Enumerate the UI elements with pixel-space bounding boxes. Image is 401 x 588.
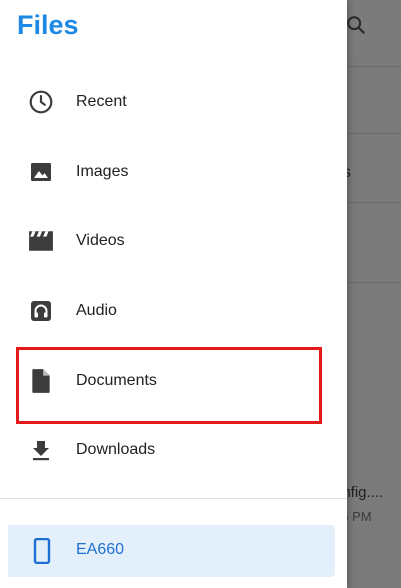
phone-icon (30, 537, 54, 565)
nav-item-label: Videos (76, 232, 125, 249)
nav-item-audio[interactable]: Audio (0, 283, 347, 339)
nav-item-images[interactable]: Images (0, 144, 347, 200)
storage-label: EA660 (76, 541, 125, 558)
image-icon (28, 159, 54, 185)
storage-item-device[interactable]: EA660 (8, 525, 335, 577)
highlight-box (16, 347, 322, 424)
download-icon (28, 437, 54, 463)
video-icon (28, 228, 54, 254)
nav-item-label: Downloads (76, 441, 156, 458)
nav-item-label: Audio (76, 302, 117, 319)
nav-item-label: Images (76, 163, 129, 180)
drawer-divider (0, 498, 347, 499)
nav-item-label: Recent (76, 93, 127, 110)
nav-item-downloads[interactable]: Downloads (0, 422, 347, 478)
drawer-title: Files (17, 10, 79, 40)
clock-icon (28, 89, 54, 115)
audio-icon (28, 298, 54, 324)
nav-item-recent[interactable]: Recent (0, 74, 347, 130)
nav-item-videos[interactable]: Videos (0, 213, 347, 269)
search-icon[interactable] (345, 14, 367, 36)
navigation-drawer: Files Recent Images Videos Audio Documen… (0, 0, 347, 588)
